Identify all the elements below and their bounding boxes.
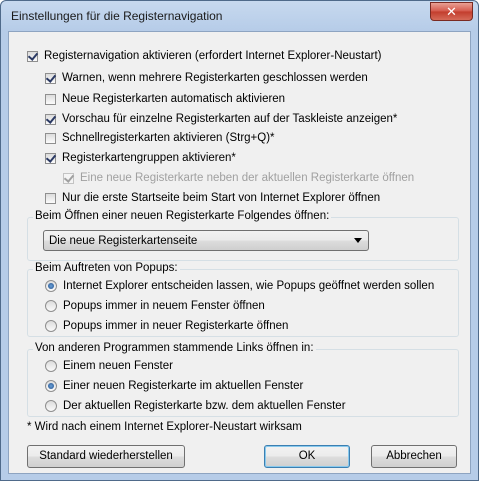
checkbox-taskbar-preview[interactable]: Vorschau für einzelne Registerkarten auf… [45,110,397,128]
checkbox-warn-close-multiple[interactable]: Warnen, wenn mehrere Registerkarten gesc… [45,69,368,87]
checkbox-box[interactable] [45,93,56,105]
close-icon: ✕ [446,4,457,19]
restart-footnote: * Wird nach einem Internet Explorer-Neus… [27,421,302,433]
checkbox-label: Nur die erste Startseite beim Start von … [62,192,381,204]
restore-defaults-button[interactable]: Standard wiederherstellen [27,445,185,468]
checkbox-quick-tabs[interactable]: Schnellregisterkarten aktivieren (Strg+Q… [45,129,275,147]
checkbox-box[interactable] [45,132,56,144]
checkbox-enable-tabbed-browsing[interactable]: Registernavigation aktivieren (erfordert… [27,47,381,65]
radio-links-new-window[interactable]: Einem neuen Fenster [45,357,173,375]
radio-button[interactable] [45,280,57,292]
checkbox-label: Registerkartengruppen aktivieren* [62,152,236,164]
radio-popup-new-window[interactable]: Popups immer in neuem Fenster öffnen [45,297,265,315]
radio-label: Einem neuen Fenster [63,360,173,372]
checkbox-label: Registernavigation aktivieren (erfordert… [44,50,382,62]
checkbox-box[interactable] [45,152,56,164]
checkbox-label: Eine neue Registerkarte neben der aktuel… [80,172,415,184]
external-links-group-legend: Von anderen Programmen stammende Links ö… [33,342,316,354]
popup-group-legend: Beim Auftreten von Popups: [33,262,180,274]
radio-button[interactable] [45,300,57,312]
radio-popup-ie-decides[interactable]: Internet Explorer entscheiden lassen, wi… [45,277,434,295]
radio-label: Popups immer in neuer Registerkarte öffn… [63,320,289,332]
radio-button[interactable] [45,360,57,372]
new-tab-page-select[interactable]: Die neue Registerkartenseite [43,230,369,251]
radio-popup-new-tab[interactable]: Popups immer in neuer Registerkarte öffn… [45,317,288,335]
dialog-window: Einstellungen für die Registernavigation… [0,0,479,481]
checkbox-label: Warnen, wenn mehrere Registerkarten gesc… [62,72,368,84]
window-title: Einstellungen für die Registernavigation [11,9,223,23]
chevron-down-icon [354,238,362,243]
checkbox-activate-new-tabs[interactable]: Neue Registerkarten automatisch aktivier… [45,90,285,108]
cancel-button[interactable]: Abbrechen [371,445,457,468]
checkbox-box[interactable] [45,113,56,125]
radio-button[interactable] [45,320,57,332]
checkbox-box[interactable] [45,72,56,84]
radio-label: Einer neuen Registerkarte im aktuellen F… [63,380,304,392]
ok-button[interactable]: OK [264,445,350,468]
radio-label: Internet Explorer entscheiden lassen, wi… [63,280,435,292]
new-tab-group-legend: Beim Öffnen einer neuen Registerkarte Fo… [33,210,332,222]
radio-button[interactable] [45,400,57,412]
select-value: Die neue Registerkartenseite [49,234,198,247]
checkbox-box[interactable] [27,50,38,62]
close-button[interactable]: ✕ [430,2,473,21]
checkbox-first-home-page-only[interactable]: Nur die erste Startseite beim Start von … [45,189,380,207]
title-bar[interactable]: Einstellungen für die Registernavigation… [1,1,478,31]
dialog-body: Registernavigation aktivieren (erfordert… [8,31,471,474]
checkbox-open-next-to-current: Eine neue Registerkarte neben der aktuel… [63,169,414,187]
radio-label: Popups immer in neuem Fenster öffnen [63,300,265,312]
checkbox-tab-groups[interactable]: Registerkartengruppen aktivieren* [45,149,236,167]
checkbox-box [63,172,74,184]
radio-button[interactable] [45,380,57,392]
checkbox-label: Schnellregisterkarten aktivieren (Strg+Q… [62,132,275,144]
radio-links-new-tab[interactable]: Einer neuen Registerkarte im aktuellen F… [45,377,303,395]
radio-links-current-tab[interactable]: Der aktuellen Registerkarte bzw. dem akt… [45,397,346,415]
radio-label: Der aktuellen Registerkarte bzw. dem akt… [63,400,346,412]
checkbox-label: Neue Registerkarten automatisch aktivier… [62,93,286,105]
checkbox-box[interactable] [45,192,56,204]
checkbox-label: Vorschau für einzelne Registerkarten auf… [62,113,398,125]
